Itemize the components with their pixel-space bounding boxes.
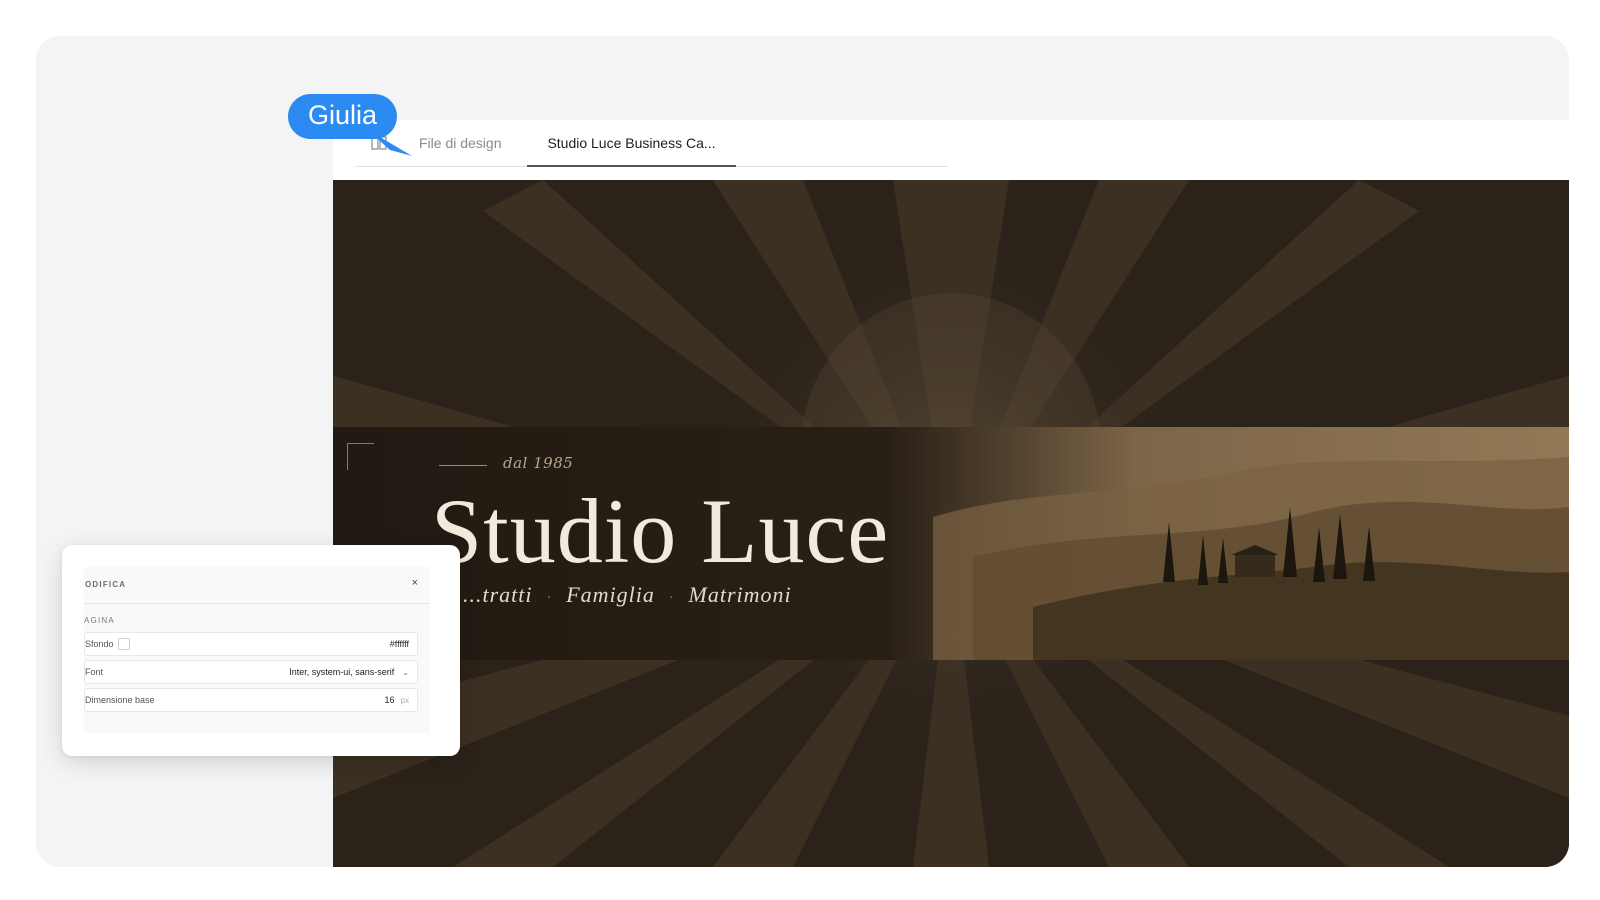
design-canvas[interactable]: dal 1985 Studio Luce ...tratti · Famiglia ·…: [333, 180, 1569, 867]
font-value-wrap: Inter, system-ui, sans-serif ⌄: [289, 667, 409, 677]
font-label: Font: [85, 667, 104, 677]
collaborator-cursor: Giulia: [288, 94, 412, 156]
tab-design-files[interactable]: File di design: [419, 120, 502, 166]
tab-business-card[interactable]: Studio Luce Business Ca...: [527, 120, 736, 167]
properties-panel-body: ODIFICA × AGINA Sfondo #ffffff Font Inte…: [84, 567, 430, 733]
panel-title: ODIFICA: [85, 580, 127, 589]
background-value[interactable]: #ffffff: [390, 639, 409, 649]
editor-window: File di design Studio Luce Business Ca..…: [333, 120, 1569, 867]
close-icon[interactable]: ×: [412, 577, 418, 589]
section-title-page: AGINA: [84, 616, 115, 625]
font-value: Inter, system-ui, sans-serif: [289, 667, 395, 677]
base-size-label: Dimensione base: [85, 695, 155, 705]
services-line[interactable]: ...tratti · Famiglia · Matrimoni: [463, 582, 792, 608]
service-separator: ·: [546, 591, 553, 606]
base-size-value[interactable]: 16: [385, 695, 395, 705]
tab-bar: File di design Studio Luce Business Ca..…: [355, 120, 948, 167]
base-size-field[interactable]: Dimensione base 16 px: [84, 688, 418, 712]
service-item: ...tratti: [463, 582, 533, 607]
properties-panel: ODIFICA × AGINA Sfondo #ffffff Font Inte…: [62, 545, 460, 756]
color-swatch[interactable]: [118, 638, 130, 650]
panel-header: ODIFICA ×: [84, 567, 430, 604]
base-size-unit: px: [400, 696, 409, 705]
background-label: Sfondo: [85, 639, 114, 649]
background-field[interactable]: Sfondo #ffffff: [84, 632, 418, 656]
studio-title[interactable]: Studio Luce: [431, 478, 889, 584]
since-text[interactable]: dal 1985: [503, 454, 573, 472]
chevron-down-icon[interactable]: ⌄: [402, 668, 409, 677]
base-size-value-wrap: 16 px: [385, 695, 409, 705]
service-separator: ·: [668, 591, 675, 606]
cursor-pointer-icon: [368, 130, 412, 156]
since-divider: [439, 465, 487, 466]
service-item: Famiglia: [566, 582, 655, 607]
service-item: Matrimoni: [688, 582, 792, 607]
font-select[interactable]: Font Inter, system-ui, sans-serif ⌄: [84, 660, 418, 684]
corner-ornament: [347, 443, 374, 470]
